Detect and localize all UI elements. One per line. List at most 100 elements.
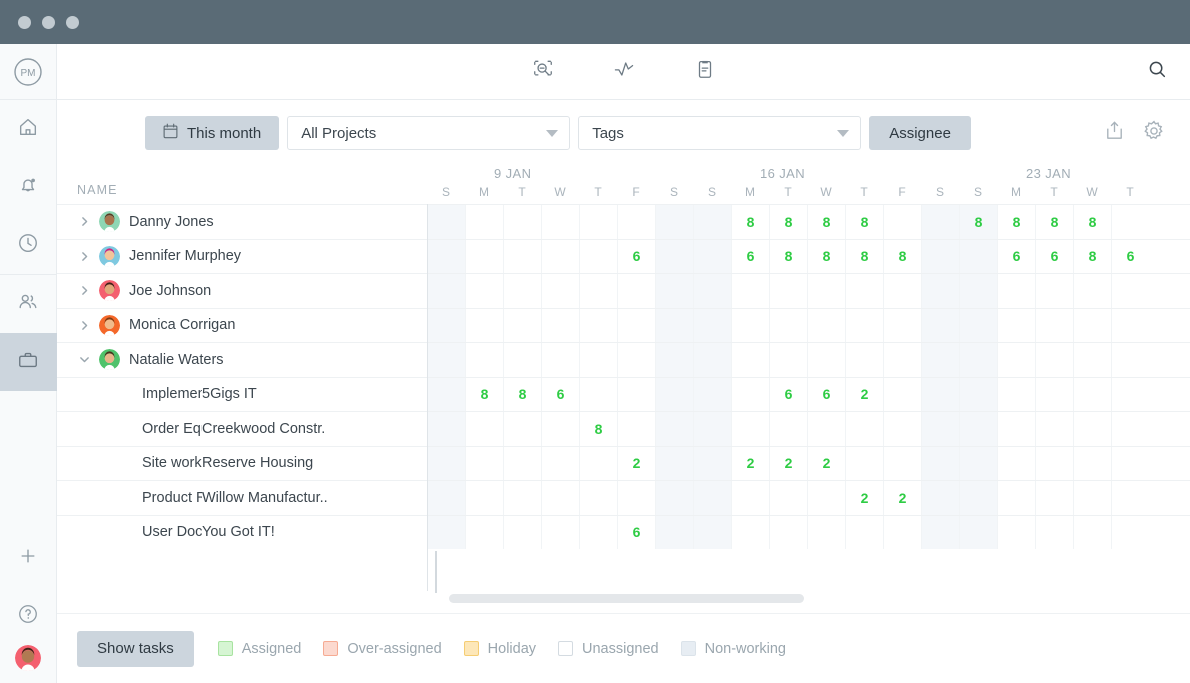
timeline-cell[interactable]: [617, 309, 655, 343]
timeline-cell[interactable]: [465, 309, 503, 343]
timeline-cell[interactable]: [845, 309, 883, 343]
timeline-cell[interactable]: [503, 412, 541, 446]
timeline-cell[interactable]: [693, 205, 731, 239]
person-row[interactable]: Joe Johnson: [57, 273, 427, 308]
timeline-cell[interactable]: [997, 447, 1035, 481]
timeline-cell[interactable]: [921, 447, 959, 481]
timeline-cell[interactable]: [465, 516, 503, 550]
timeline-cell[interactable]: [427, 274, 465, 308]
timeline-cell[interactable]: [921, 516, 959, 550]
timeline-cell[interactable]: [617, 343, 655, 377]
timeline-cell[interactable]: [465, 274, 503, 308]
timeline-cell[interactable]: [1035, 309, 1073, 343]
timeline-cell[interactable]: [579, 309, 617, 343]
timeline-cell[interactable]: [427, 378, 465, 412]
timeline-cell[interactable]: 6: [541, 378, 579, 412]
timeline-cell[interactable]: [541, 516, 579, 550]
timeline-cell[interactable]: [997, 481, 1035, 515]
timeline-cell[interactable]: [959, 516, 997, 550]
timeline-cell[interactable]: [655, 274, 693, 308]
task-row[interactable]: Order EquipmentCreekwood Constr.: [57, 411, 427, 446]
timeline-cell[interactable]: [693, 343, 731, 377]
timeline-cell[interactable]: [1073, 516, 1111, 550]
timeline-cell[interactable]: [503, 240, 541, 274]
timeline-cell[interactable]: [541, 481, 579, 515]
timeline-cell[interactable]: [959, 412, 997, 446]
timeline-cell[interactable]: [503, 274, 541, 308]
timeline-cell[interactable]: [921, 343, 959, 377]
timeline-cell[interactable]: [1073, 447, 1111, 481]
timeline-cell[interactable]: 6: [731, 240, 769, 274]
timeline-cell[interactable]: [1035, 343, 1073, 377]
timeline-cell[interactable]: [883, 516, 921, 550]
app-logo[interactable]: PM: [0, 44, 57, 100]
timeline-cell[interactable]: 8: [845, 240, 883, 274]
timeline-cell[interactable]: [769, 481, 807, 515]
timeline-cell[interactable]: [845, 412, 883, 446]
horizontal-scrollbar[interactable]: [449, 594, 804, 603]
timeline-cell[interactable]: [731, 481, 769, 515]
timeline-cell[interactable]: [1073, 378, 1111, 412]
timeline-cell[interactable]: [1111, 309, 1149, 343]
timeline-cell[interactable]: [883, 378, 921, 412]
timeline-cell[interactable]: [1073, 412, 1111, 446]
timeline-cell[interactable]: [427, 516, 465, 550]
timeline-cell[interactable]: 8: [465, 378, 503, 412]
current-user-avatar[interactable]: [15, 645, 41, 671]
timeline-cell[interactable]: [731, 343, 769, 377]
timeline-cell[interactable]: [655, 516, 693, 550]
timeline-cell[interactable]: [997, 378, 1035, 412]
settings-button[interactable]: [1142, 119, 1166, 148]
timeline-cell[interactable]: 6: [1111, 240, 1149, 274]
timeline-cell[interactable]: [921, 240, 959, 274]
timeline-cell[interactable]: [845, 343, 883, 377]
timeline-cell[interactable]: [503, 343, 541, 377]
timeline-cell[interactable]: 8: [845, 205, 883, 239]
timeline-cell[interactable]: [807, 343, 845, 377]
timeline-cell[interactable]: [959, 481, 997, 515]
timeline-cell[interactable]: [579, 205, 617, 239]
activity-icon[interactable]: [612, 58, 636, 85]
chevron-right-icon[interactable]: [69, 250, 99, 263]
timeline-cell[interactable]: [1073, 481, 1111, 515]
person-row[interactable]: Danny Jones: [57, 204, 427, 239]
date-range-button[interactable]: This month: [145, 116, 279, 150]
timeline-cell[interactable]: [997, 412, 1035, 446]
timeline-cell[interactable]: [617, 274, 655, 308]
timeline-cell[interactable]: [807, 309, 845, 343]
timeline-cell[interactable]: [655, 240, 693, 274]
timeline-cell[interactable]: [731, 378, 769, 412]
timeline-cell[interactable]: [655, 412, 693, 446]
timeline-cell[interactable]: [921, 412, 959, 446]
help-button[interactable]: [0, 587, 57, 645]
sidebar-item-home[interactable]: [0, 100, 57, 158]
timeline-cell[interactable]: 8: [503, 378, 541, 412]
sidebar-item-notifications[interactable]: [0, 158, 57, 216]
task-row[interactable]: Site workReserve Housing: [57, 446, 427, 481]
zoom-out-selection-icon[interactable]: [532, 58, 554, 85]
timeline-cell[interactable]: [541, 309, 579, 343]
timeline-cell[interactable]: [503, 205, 541, 239]
task-row[interactable]: Implementation5Gigs IT: [57, 377, 427, 412]
timeline-cell[interactable]: [693, 481, 731, 515]
tags-filter-select[interactable]: Tags: [578, 116, 861, 150]
timeline-cell[interactable]: [1073, 274, 1111, 308]
sidebar-item-workload[interactable]: [0, 333, 57, 391]
timeline-cell[interactable]: [959, 343, 997, 377]
timeline-cell[interactable]: [731, 516, 769, 550]
timeline-cell[interactable]: [541, 412, 579, 446]
timeline-cell[interactable]: [693, 309, 731, 343]
timeline-cell[interactable]: [959, 274, 997, 308]
timeline-cell[interactable]: [465, 447, 503, 481]
timeline-cell[interactable]: [997, 309, 1035, 343]
timeline-cell[interactable]: [769, 412, 807, 446]
timeline-cell[interactable]: 8: [579, 412, 617, 446]
timeline-cell[interactable]: 6: [617, 240, 655, 274]
timeline-cell[interactable]: [1111, 447, 1149, 481]
timeline-cell[interactable]: [807, 274, 845, 308]
window-close-button[interactable]: [18, 16, 31, 29]
timeline-cell[interactable]: [1111, 412, 1149, 446]
search-button[interactable]: [1146, 58, 1168, 85]
timeline-cell[interactable]: 6: [769, 378, 807, 412]
timeline-cell[interactable]: [541, 205, 579, 239]
